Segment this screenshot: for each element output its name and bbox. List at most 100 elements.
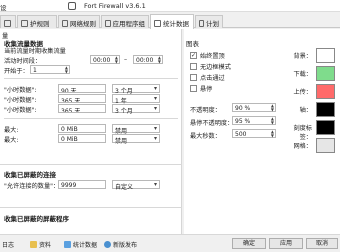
max-seconds-label: 最大秒数：: [190, 133, 221, 140]
grid-color-swatch[interactable]: [316, 138, 335, 153]
checkbox-box: [190, 63, 197, 70]
graph-heading: 图表: [186, 40, 199, 48]
chart-icon: [154, 19, 161, 27]
download-color-swatch[interactable]: [316, 66, 335, 81]
tab-statistics[interactable]: 统计数据: [150, 14, 194, 29]
blocked-programs-heading: 收集已屏蔽的屏蔽程序: [4, 215, 69, 223]
stats-icon: [64, 241, 71, 248]
retention-combo[interactable]: 1 年: [112, 94, 160, 105]
download-color-label: 下载：: [293, 71, 312, 78]
divider: [4, 118, 178, 119]
time-from-field[interactable]: 00:00 ▲ ▼: [90, 55, 120, 64]
blocked-count-label: "允许连接的数量"：: [4, 183, 60, 190]
tick-label-color-label: 刻度标签：: [293, 125, 312, 141]
spin-arrows-icon: ▲ ▼: [114, 55, 118, 64]
shield-icon: [21, 19, 28, 27]
title-left-label: 设: [0, 4, 7, 12]
limit-label: 最大:: [4, 127, 19, 134]
upload-color-label: 上传：: [293, 89, 312, 96]
limit-label: 最大:: [4, 137, 19, 144]
background-color-label: 背景：: [293, 53, 312, 60]
blocked-count-combo[interactable]: 自定义: [112, 180, 160, 191]
retention-value-field[interactable]: 365 天: [58, 94, 106, 103]
release-button[interactable]: 新版发布: [104, 240, 137, 249]
spin-arrows-icon: ▲ ▼: [270, 103, 274, 112]
retention-combo[interactable]: 3 个月: [112, 84, 160, 95]
always-on-top-checkbox[interactable]: ✓ 始终置顶: [190, 51, 225, 60]
limit-value-field[interactable]: 0 MiB: [58, 134, 106, 143]
checkbox-label: 点击通过: [200, 75, 225, 82]
tab-app-groups[interactable]: 应用程序组: [101, 15, 149, 28]
hour-spin[interactable]: 1 ▲ ▼: [30, 65, 70, 74]
globe-icon: [104, 241, 111, 248]
data-folder-button[interactable]: 资料: [30, 240, 51, 249]
spin-arrows-icon: ▲ ▼: [270, 116, 274, 125]
checkbox-box: ✓: [190, 52, 197, 59]
spin-arrows-icon: ▲ ▼: [157, 55, 161, 64]
tab-protection-rules[interactable]: 护规则: [17, 15, 57, 28]
tab-label: 计划: [206, 20, 219, 28]
time-from-value: 00:00: [93, 57, 111, 64]
apply-button[interactable]: 应用: [269, 238, 303, 249]
time-to-value: 00:00: [136, 57, 154, 64]
network-icon: [62, 19, 68, 27]
tab-label: 护规则: [30, 20, 50, 28]
max-seconds-value: 500: [235, 131, 247, 138]
divider: [0, 164, 182, 165]
tab-label: 应用程序组: [112, 20, 146, 28]
frameless-checkbox[interactable]: 无边框模式: [190, 62, 231, 71]
cancel-button[interactable]: 取消: [306, 238, 338, 249]
checkbox-label: 悬停: [200, 86, 213, 93]
checkbox-label: 始终置顶: [200, 53, 225, 60]
divider: [0, 207, 182, 208]
settings-icon: [4, 19, 11, 27]
spin-arrows-icon: ▲ ▼: [270, 129, 274, 138]
retention-label: "小时数据":: [4, 87, 37, 94]
blocked-connections-heading: 收集已屏蔽的连接: [4, 171, 56, 179]
hover-opacity-value: 95 %: [235, 118, 251, 125]
background-color-swatch[interactable]: [316, 48, 335, 63]
hover-opacity-label: 悬停不透明度：: [190, 120, 234, 127]
log-label: 日志: [2, 242, 15, 249]
limit-combo[interactable]: 禁用: [112, 124, 160, 135]
blocked-count-field[interactable]: 9999: [58, 180, 106, 189]
hour-label: 开始于：: [4, 68, 29, 75]
upload-color-swatch[interactable]: [316, 84, 335, 99]
checkbox-box: [190, 74, 197, 81]
window-title: Fort Firewall v3.6.1: [84, 2, 146, 10]
limit-combo[interactable]: 禁用: [112, 134, 160, 145]
tab-options[interactable]: [0, 15, 16, 28]
active-period-label: 活动时间段：: [4, 58, 42, 65]
retention-value-field[interactable]: 90 天: [58, 84, 106, 93]
time-dash: –: [124, 56, 128, 63]
axis-color-swatch[interactable]: [316, 102, 335, 117]
folder-icon: [30, 241, 37, 248]
data-label: 资料: [39, 242, 52, 249]
spin-arrows-icon: ▲ ▼: [64, 65, 68, 74]
tab-network-rules[interactable]: 网络规则: [58, 15, 100, 28]
hover-opacity-spin[interactable]: 95 % ▲ ▼: [232, 116, 276, 125]
ok-button[interactable]: 确定: [232, 238, 266, 249]
stats-button[interactable]: 统计数据: [64, 240, 97, 249]
divider: [4, 78, 178, 79]
retention-value-field[interactable]: 365 天: [58, 104, 106, 113]
retention-label: "小时数据":: [4, 107, 37, 114]
log-button[interactable]: 日志: [2, 240, 14, 249]
tab-schedule[interactable]: 计划: [195, 15, 223, 28]
hover-checkbox[interactable]: 悬停: [190, 84, 212, 93]
opacity-label: 不透明度：: [190, 107, 221, 114]
app-group-icon: [105, 19, 111, 27]
traffic-settings-panel: 量 收集流量数据 当前流量时期收集流量 活动时间段： 00:00 ▲ ▼ – 00…: [0, 29, 182, 234]
limit-value-field[interactable]: 0 MiB: [58, 124, 106, 133]
collect-current-checkbox[interactable]: 当前流量时期收集流量: [4, 46, 66, 55]
release-label: 新版发布: [113, 242, 138, 249]
opacity-spin[interactable]: 90 % ▲ ▼: [232, 103, 276, 112]
hour-value: 1: [33, 67, 37, 74]
retention-combo[interactable]: 3 个月: [112, 104, 160, 115]
tab-bar: 护规则 网络规则 应用程序组 统计数据 计划: [0, 14, 340, 29]
time-to-field[interactable]: 00:00 ▲ ▼: [133, 55, 163, 64]
tick-label-color-swatch[interactable]: [316, 120, 335, 135]
grid-color-label: 网格：: [293, 143, 312, 150]
max-seconds-spin[interactable]: 500 ▲ ▼: [232, 129, 276, 138]
click-through-checkbox[interactable]: 点击通过: [190, 73, 225, 82]
